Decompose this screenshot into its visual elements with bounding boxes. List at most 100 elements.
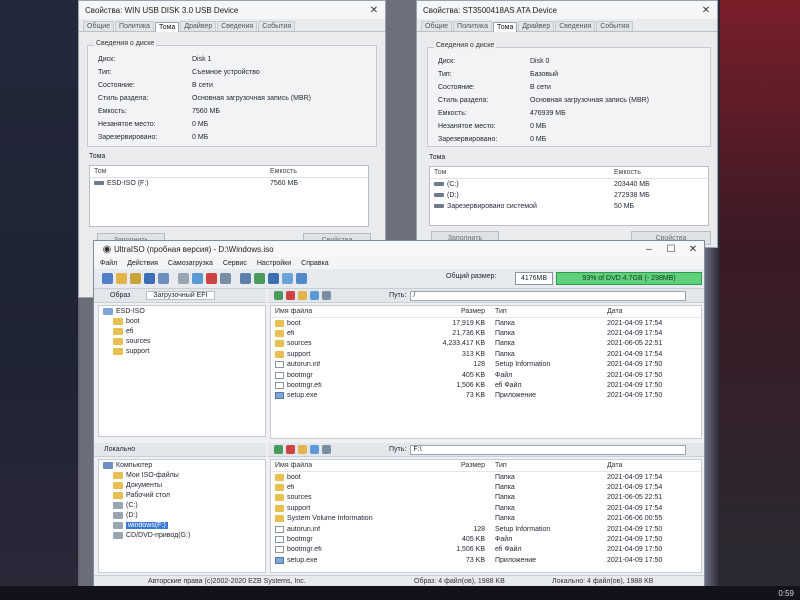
file-row[interactable]: sources Папка 2021-06-05 22:51 [271, 493, 701, 503]
file-row[interactable]: bootmgr.efi 1,506 KB efi Файл 2021-04-09 17… [271, 380, 701, 390]
tree-item[interactable]: Рабочий стол [99, 490, 265, 500]
file-row[interactable]: support Папка 2021-04-09 17:54 [271, 503, 701, 513]
file-row[interactable]: System Volume Information Папка 2021-06-06… [271, 514, 701, 524]
menu-options[interactable]: Настройки [257, 260, 291, 267]
delete-icon[interactable] [206, 273, 217, 284]
new-icon[interactable] [102, 273, 113, 284]
open-folder-icon[interactable] [130, 273, 141, 284]
volume-row[interactable]: (D:) 272938 МБ [430, 190, 708, 201]
tree-item[interactable]: ESD-ISO [99, 306, 265, 316]
menu-help[interactable]: Справка [301, 260, 328, 267]
file-row[interactable]: setup.exe 73 KB Приложение 2021-04-09 17:50 [271, 391, 701, 401]
compress-icon[interactable] [268, 273, 279, 284]
tab-policy[interactable]: Политика [453, 21, 493, 31]
file-row[interactable]: autorun.inf 128 Setup Information 2021-04-0… [271, 360, 701, 370]
col-type[interactable]: Тип [491, 308, 603, 315]
col-capacity[interactable]: Емкость [610, 169, 641, 176]
open-icon[interactable] [116, 273, 127, 284]
file-row[interactable]: setup.exe 73 KB Приложение 2021-04-09 17:50 [271, 555, 701, 565]
tab-volumes[interactable]: Тома [493, 22, 518, 32]
menu-actions[interactable]: Действия [127, 260, 158, 267]
mount-icon[interactable] [240, 273, 251, 284]
delete-icon[interactable] [286, 291, 295, 300]
col-volume[interactable]: Том [90, 168, 266, 175]
new-folder-icon[interactable] [298, 445, 307, 454]
properties-icon[interactable] [282, 273, 293, 284]
details-icon[interactable] [322, 445, 331, 454]
menu-tools[interactable]: Сервис [223, 260, 247, 267]
tab-driver[interactable]: Драйвер [180, 21, 217, 31]
volume-row[interactable]: ESD-ISO (F:) 7560 МБ [90, 178, 368, 189]
save-as-icon[interactable] [158, 273, 169, 284]
file-row[interactable]: sources 4,233,417 KB Папка 2021-06-05 22:51 [271, 339, 701, 349]
tab-events[interactable]: События [258, 21, 296, 31]
col-size[interactable]: Размер [419, 462, 491, 469]
minimize-icon[interactable]: – [638, 240, 660, 258]
file-row[interactable]: bootmgr 405 KB Файл 2021-04-09 17:50 [271, 534, 701, 544]
tab-events[interactable]: События [596, 21, 634, 31]
help-icon[interactable] [296, 273, 307, 284]
file-row[interactable]: bootmgr.efi 1,506 KB efi Файл 2021-04-09 17… [271, 545, 701, 555]
tree-item[interactable]: sources [99, 336, 265, 346]
tree-item[interactable]: boot [99, 316, 265, 326]
burn-icon[interactable] [254, 273, 265, 284]
local-path-input[interactable]: F:\ [410, 444, 687, 455]
file-row[interactable]: efi 21,736 KB Папка 2021-04-09 17:54 [271, 328, 701, 338]
tree-item[interactable]: (D:) [99, 510, 265, 520]
volume-row[interactable]: Зарезервировано системой 50 МБ [430, 201, 708, 212]
file-row[interactable]: boot Папка 2021-04-09 17:54 [271, 472, 701, 482]
field-value: 0 МБ [530, 123, 547, 130]
tab-boot-efi[interactable]: Загрузочный EFI [146, 291, 215, 300]
details-icon[interactable] [322, 291, 331, 300]
up-icon[interactable] [274, 445, 283, 454]
tree-item[interactable]: (C:) [99, 500, 265, 510]
col-size[interactable]: Размер [419, 308, 491, 315]
new-folder-icon[interactable] [220, 273, 231, 284]
delete-icon[interactable] [286, 445, 295, 454]
maximize-icon[interactable]: ☐ [660, 240, 682, 258]
save-icon[interactable] [144, 273, 155, 284]
close-icon[interactable]: ✕ [682, 240, 704, 258]
tab-image[interactable]: Образ [104, 292, 136, 299]
add-files-icon[interactable] [192, 273, 203, 284]
col-type[interactable]: Тип [491, 462, 603, 469]
tab-policy[interactable]: Политика [115, 21, 155, 31]
new-folder-icon[interactable] [298, 291, 307, 300]
tab-details[interactable]: Сведения [217, 21, 258, 31]
tab-details[interactable]: Сведения [555, 21, 596, 31]
tree-item[interactable]: Мои ISO-файлы [99, 470, 265, 480]
menu-file[interactable]: Файл [100, 260, 117, 267]
close-icon[interactable]: ✕ [695, 1, 717, 19]
col-capacity[interactable]: Емкость [266, 168, 297, 175]
tree-item-selected[interactable]: windows(F:) [99, 520, 265, 530]
col-volume[interactable]: Том [430, 169, 610, 176]
image-tabs-bar: Образ Загрузочный EFI [94, 289, 266, 303]
file-row[interactable]: autorun.inf 128 Setup Information 2021-04-0… [271, 524, 701, 534]
tree-item[interactable]: Компьютер [99, 460, 265, 470]
tree-item[interactable]: support [99, 346, 265, 356]
menu-bootable[interactable]: Самозагрузка [168, 260, 213, 267]
file-row[interactable]: boot 17,919 KB Папка 2021-04-09 17:54 [271, 318, 701, 328]
col-name[interactable]: Имя файла [271, 462, 419, 469]
col-date[interactable]: Дата [603, 308, 691, 315]
file-date: 2021-04-09 17:54 [607, 350, 663, 358]
close-icon[interactable]: ✕ [363, 1, 385, 19]
extract-icon[interactable] [178, 273, 189, 284]
file-row[interactable]: support 313 KB Папка 2021-04-09 17:54 [271, 349, 701, 359]
tree-item[interactable]: Документы [99, 480, 265, 490]
tab-general[interactable]: Общие [421, 21, 453, 31]
tree-item[interactable]: CD/DVD-привод(G:) [99, 530, 265, 540]
image-path-input[interactable]: / [410, 290, 687, 301]
tab-volumes[interactable]: Тома [155, 22, 180, 32]
file-row[interactable]: efi Папка 2021-04-09 17:54 [271, 482, 701, 492]
tree-item[interactable]: efi [99, 326, 265, 336]
volume-row[interactable]: (C:) 203440 МБ [430, 179, 708, 190]
tab-driver[interactable]: Драйвер [518, 21, 555, 31]
file-row[interactable]: bootmgr 405 KB Файл 2021-04-09 17:50 [271, 370, 701, 380]
up-icon[interactable] [274, 291, 283, 300]
col-date[interactable]: Дата [603, 462, 691, 469]
tab-general[interactable]: Общие [83, 21, 115, 31]
col-name[interactable]: Имя файла [271, 308, 419, 315]
view-icon[interactable] [310, 445, 319, 454]
view-icon[interactable] [310, 291, 319, 300]
